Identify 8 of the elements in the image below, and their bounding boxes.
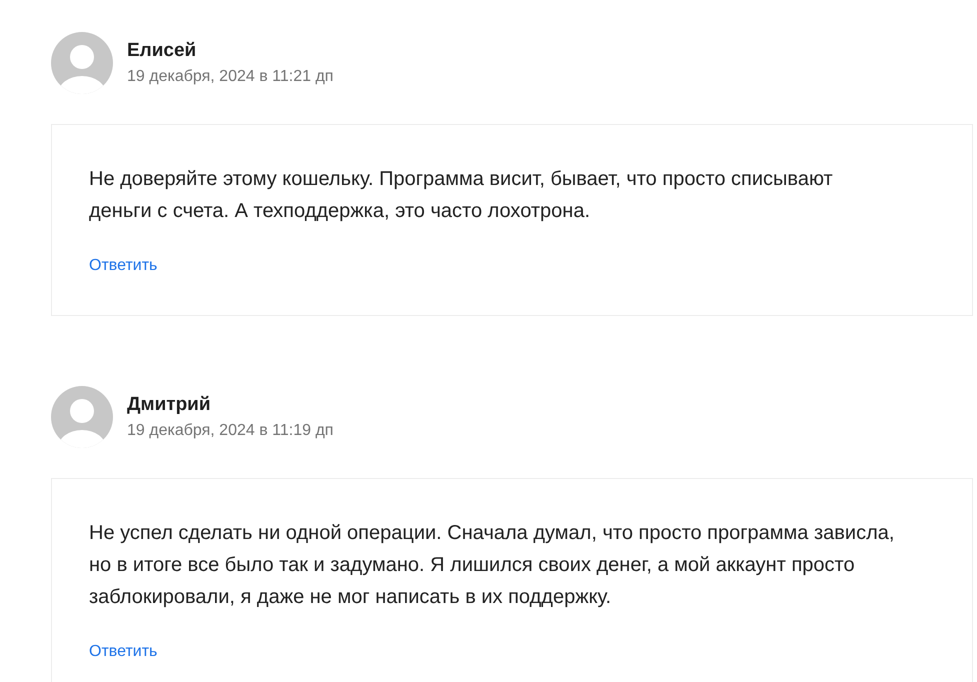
comment-text: Не успел сделать ни одной операции. Сначала думал, что просто программа зависла, но в итоге все было так и задумано. Я лишился своих денег, а мой аккаунт просто заблокировали, я даже не мог написать в их поддержку. (89, 521, 895, 610)
reply-link[interactable]: Ответить (89, 643, 158, 661)
comment-date[interactable]: 19 декабря, 2024 в 11:19 дп (127, 422, 334, 440)
reply-link[interactable]: Ответить (89, 257, 158, 275)
author-name: Елисей (127, 40, 198, 62)
author-name: Дмитрий (127, 394, 212, 416)
comment-text: Не доверяйте этому кошельку. Программа висит, бывает, что просто списывают деньги с счета. А техподдержка, это часто лохотрона. (89, 167, 834, 224)
comment-date[interactable]: 19 декабря, 2024 в 11:21 дп (127, 68, 334, 86)
